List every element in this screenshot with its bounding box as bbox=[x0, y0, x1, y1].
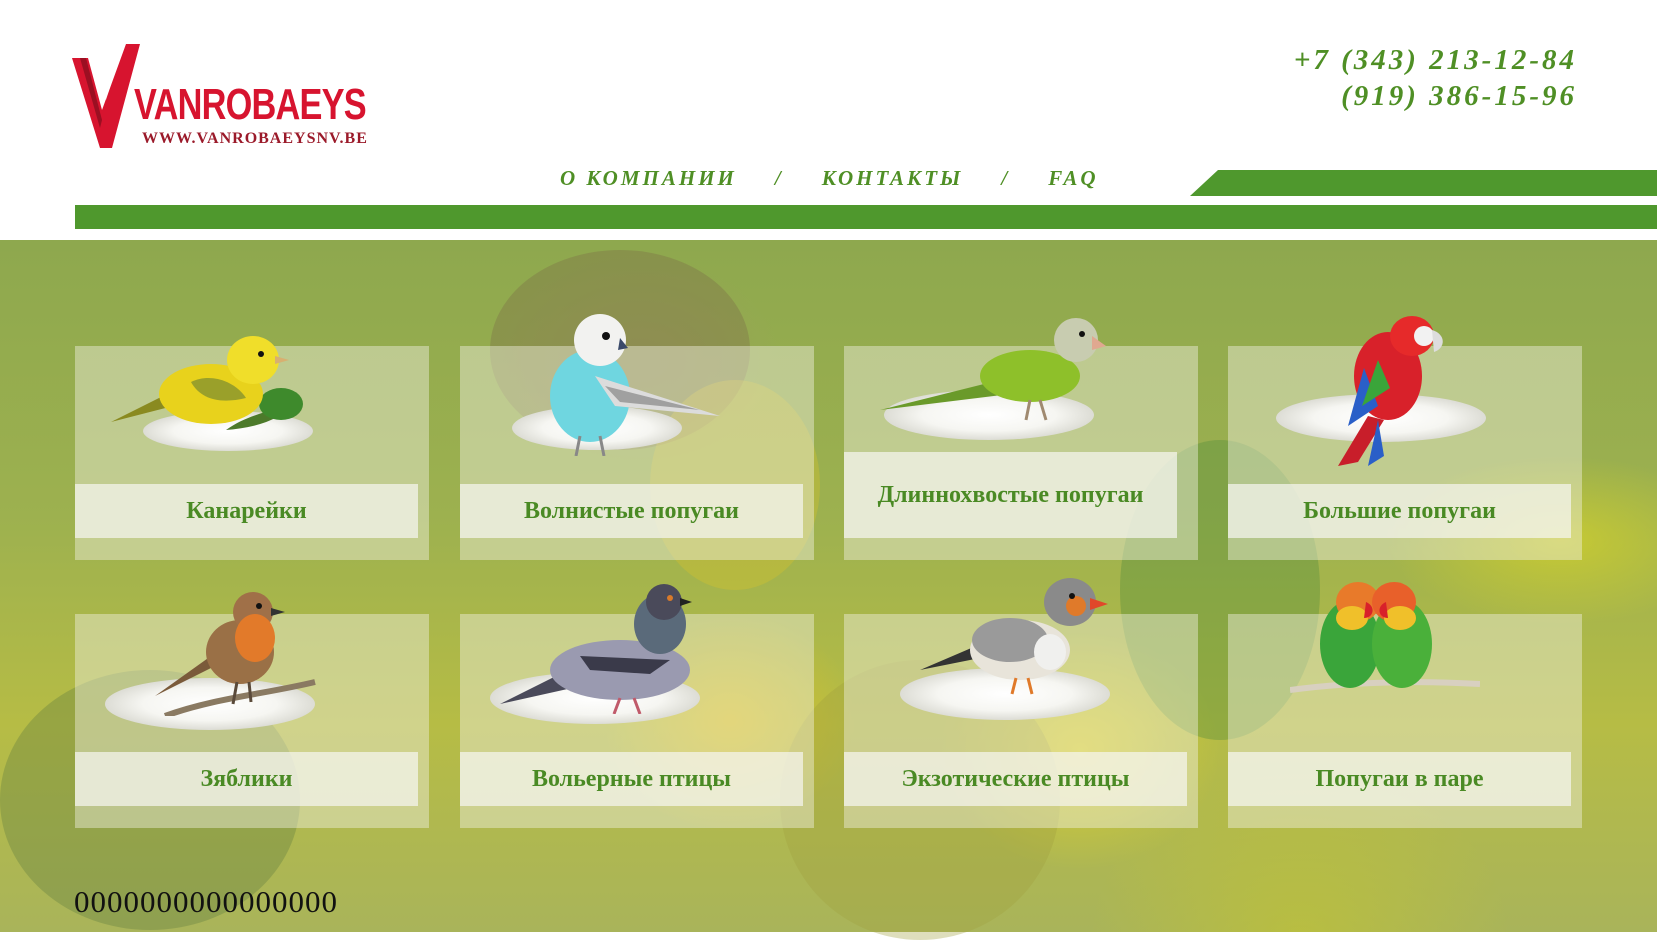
category-card-canaries[interactable]: Канарейки bbox=[75, 336, 429, 560]
logo-url: WWW.VANROBAEYSNV.BE bbox=[142, 130, 368, 147]
logo[interactable]: VANROBAEYS WWW.VANROBAEYSNV.BE bbox=[72, 44, 402, 156]
zebra-finch-icon bbox=[920, 578, 1108, 695]
main-nav: О КОМПАНИИ / КОНТАКТЫ / FAQ bbox=[560, 166, 1099, 191]
nav-separator: / bbox=[1001, 166, 1011, 190]
nav-contacts[interactable]: КОНТАКТЫ bbox=[822, 166, 964, 191]
logo-name: VANROBAEYS bbox=[134, 80, 367, 129]
visitor-counter: 0000000000000000 bbox=[74, 884, 338, 919]
phone-secondary[interactable]: (919) 386-15-96 bbox=[1294, 78, 1577, 114]
header-accent-bar bbox=[1190, 170, 1657, 196]
macaw-icon bbox=[1338, 316, 1443, 466]
monk-parakeet-icon bbox=[880, 318, 1106, 421]
lovebirds-icon bbox=[1290, 582, 1480, 693]
category-label: Попугаи в паре bbox=[1228, 752, 1571, 806]
category-card-parrot-pairs[interactable]: Попугаи в паре bbox=[1228, 582, 1582, 828]
category-card-budgies[interactable]: Волнистые попугаи bbox=[460, 314, 814, 560]
category-card-aviary-birds[interactable]: Вольерные птицы bbox=[460, 584, 814, 828]
category-label: Канарейки bbox=[75, 484, 418, 538]
robin-icon bbox=[155, 592, 316, 716]
budgie-icon bbox=[550, 314, 720, 456]
phone-primary[interactable]: +7 (343) 213-12-84 bbox=[1294, 42, 1577, 78]
logo-v-mark-icon bbox=[72, 44, 140, 148]
category-label: Зяблики bbox=[75, 752, 418, 806]
nav-about[interactable]: О КОМПАНИИ bbox=[560, 166, 737, 191]
category-label: Большие попугаи bbox=[1228, 484, 1571, 538]
nav-separator: / bbox=[774, 166, 784, 190]
category-label: Вольерные птицы bbox=[460, 752, 803, 806]
category-card-finches[interactable]: Зяблики bbox=[75, 592, 429, 828]
nav-faq[interactable]: FAQ bbox=[1048, 166, 1098, 191]
category-label: Длиннохвостые попугаи bbox=[844, 452, 1177, 538]
category-card-long-tailed-parrots[interactable]: Длиннохвостые попугаи bbox=[844, 318, 1198, 560]
category-label: Экзотические птицы bbox=[844, 752, 1187, 806]
pigeon-icon bbox=[500, 584, 692, 714]
category-card-big-parrots[interactable]: Большие попугаи bbox=[1228, 316, 1582, 560]
header-divider-bar bbox=[75, 205, 1657, 229]
phone-numbers: +7 (343) 213-12-84 (919) 386-15-96 bbox=[1294, 42, 1577, 114]
category-card-exotic-birds[interactable]: Экзотические птицы bbox=[844, 578, 1198, 828]
category-label: Волнистые попугаи bbox=[460, 484, 803, 538]
canary-icon bbox=[111, 336, 303, 430]
